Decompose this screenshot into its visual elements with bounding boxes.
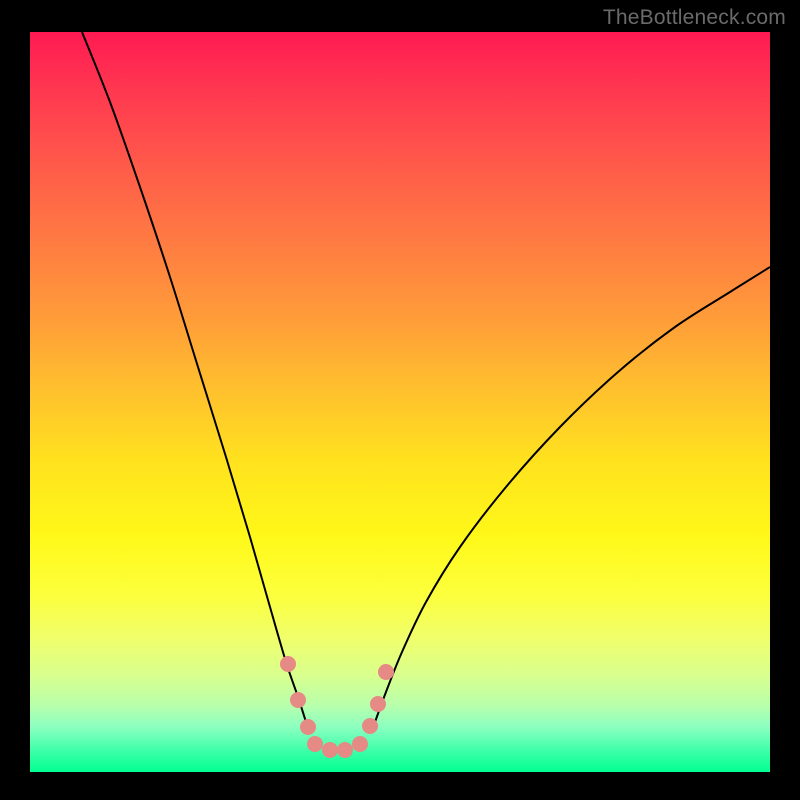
data-marker [322,742,338,758]
chart-frame: TheBottleneck.com [0,0,800,800]
data-marker [280,656,296,672]
data-marker [290,692,306,708]
data-marker [378,664,394,680]
curve-left-arm [82,32,306,722]
data-marker [307,736,323,752]
data-marker [337,742,353,758]
data-markers-group [280,656,394,758]
data-marker [300,719,316,735]
data-marker [362,718,378,734]
data-marker [352,736,368,752]
watermark-text: TheBottleneck.com [603,6,786,30]
chart-svg [30,32,770,772]
curve-right-arm [375,267,770,722]
data-marker [370,696,386,712]
plot-area [30,32,770,772]
